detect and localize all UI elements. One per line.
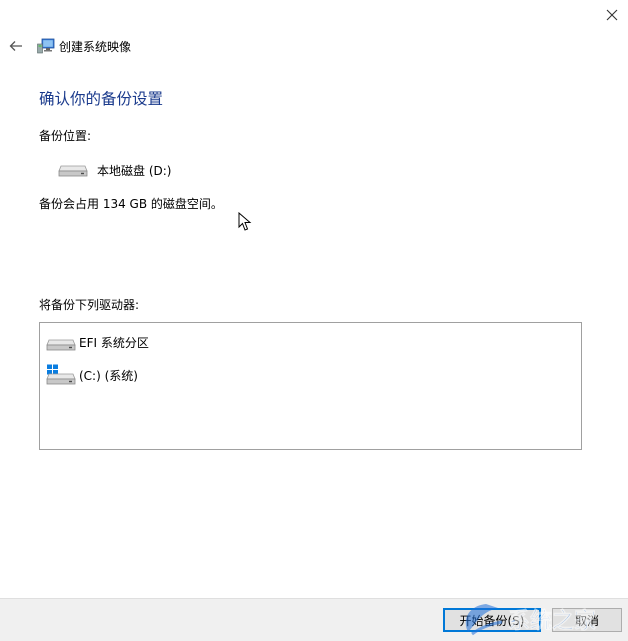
- wizard-title: 创建系统映像: [59, 40, 132, 54]
- windows-drive-icon: [46, 364, 76, 385]
- drives-list[interactable]: EFI 系统分区 (C:) (系统): [39, 322, 582, 450]
- backup-location-label: 备份位置:: [39, 129, 92, 143]
- page-title: 确认你的备份设置: [39, 90, 164, 108]
- mouse-cursor-icon: [238, 212, 252, 231]
- list-item: (C:) (系统): [46, 364, 138, 386]
- drives-list-label: 将备份下列驱动器:: [39, 298, 140, 312]
- space-usage-note: 备份会占用 134 GB 的磁盘空间。: [39, 197, 223, 211]
- hard-drive-icon: [46, 339, 76, 351]
- backup-wizard-icon: [37, 38, 55, 54]
- drive-label: EFI 系统分区: [79, 335, 149, 350]
- backup-location-value: 本地磁盘 (D:): [97, 164, 172, 178]
- back-arrow-icon: [9, 41, 22, 51]
- close-icon: [606, 9, 618, 21]
- back-button[interactable]: [6, 36, 26, 56]
- drive-label: (C:) (系统): [79, 368, 138, 383]
- start-backup-button[interactable]: 开始备份(S): [443, 608, 541, 632]
- cancel-button[interactable]: 取消: [552, 608, 622, 632]
- close-button[interactable]: [596, 0, 628, 30]
- footer-bar: 开始备份(S) 取消: [0, 598, 628, 641]
- hard-drive-icon: [58, 165, 88, 177]
- list-item: EFI 系统分区: [46, 331, 149, 353]
